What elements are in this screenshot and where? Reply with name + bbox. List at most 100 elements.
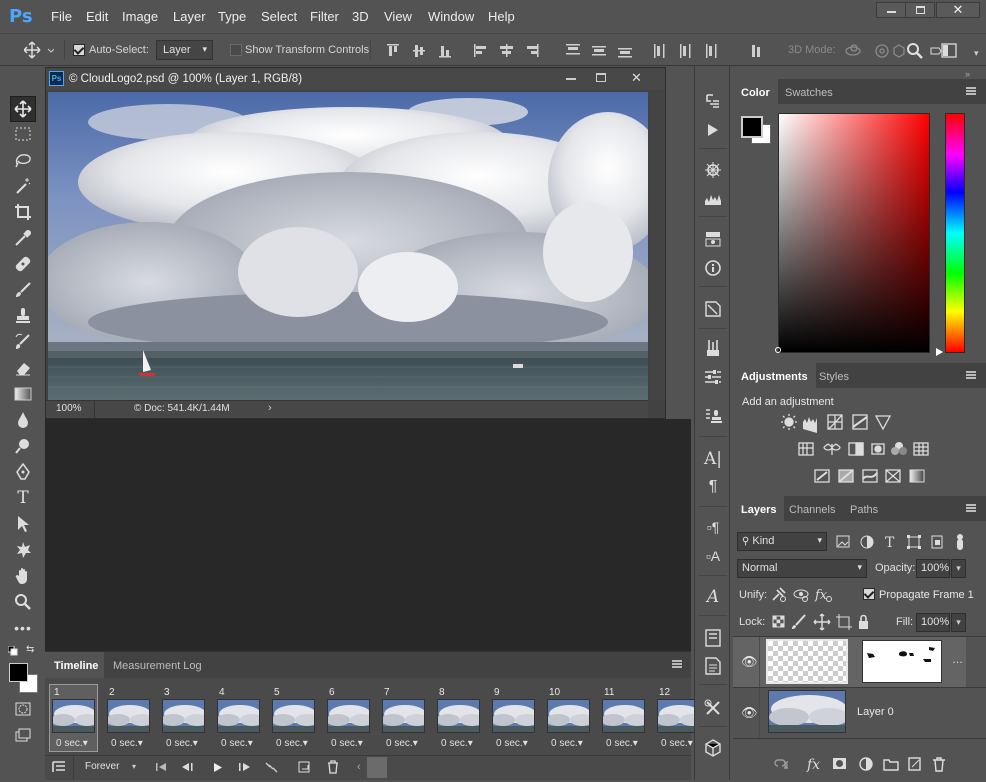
custom-shape-tool[interactable] (12, 539, 34, 561)
layer-name[interactable]: Layer 0 (857, 706, 894, 718)
tool-presets-icon[interactable] (703, 698, 723, 718)
auto-select-dropdown[interactable]: Layer ▾ (156, 40, 213, 60)
minimize-button[interactable] (876, 2, 906, 18)
status-menu-arrow-icon[interactable]: › (268, 402, 272, 414)
paragraph-icon[interactable]: ¶ (703, 477, 723, 497)
blend-mode-dropdown[interactable]: Normal ▾ (737, 559, 867, 578)
convert-to-video-timeline-icon[interactable] (52, 760, 66, 774)
brush-tool[interactable] (12, 279, 34, 301)
animation-frame[interactable]: 3 0 sec.▾ (160, 685, 207, 751)
layer-filter-dropdown[interactable]: ⚲ Kind ▾ (737, 532, 827, 551)
brush-settings-icon[interactable] (703, 338, 723, 358)
layer-0-thumbnail[interactable] (768, 690, 846, 733)
history-icon[interactable] (703, 91, 723, 111)
character-icon[interactable]: A| (703, 449, 723, 469)
doc-minimize-icon[interactable] (566, 78, 576, 80)
histogram-icon[interactable] (703, 189, 723, 209)
default-colors-icon[interactable] (8, 646, 18, 656)
tab-paths[interactable]: Paths (842, 496, 886, 521)
crop-tool[interactable] (12, 201, 34, 223)
loop-option[interactable]: Forever (85, 761, 119, 772)
color-panel-menu-icon[interactable] (966, 87, 976, 95)
clone-stamp-tool[interactable] (12, 305, 34, 327)
scroll-left-icon[interactable]: ‹ (357, 761, 361, 773)
eraser-tool[interactable] (12, 357, 34, 379)
document-title-bar[interactable]: Ps © CloudLogo2.psd @ 100% (Layer 1, RGB… (46, 68, 665, 90)
tab-styles[interactable]: Styles (811, 363, 857, 388)
marquee-tool[interactable] (12, 123, 34, 145)
timeline-panel-menu-icon[interactable] (672, 660, 682, 668)
dodge-tool[interactable] (12, 435, 34, 457)
lock-icons[interactable] (771, 613, 871, 631)
move-tool[interactable] (10, 96, 36, 122)
hue-slider-handle[interactable] (936, 348, 943, 356)
zoom-level[interactable]: 100% (56, 403, 82, 414)
opacity-input[interactable]: 100% (916, 559, 950, 578)
frame-duration[interactable]: 0 sec.▾ (551, 738, 583, 749)
timeline-scroll-thumb[interactable] (367, 757, 387, 778)
frame-duration[interactable]: 0 sec.▾ (111, 738, 143, 749)
history-brush-tool[interactable] (12, 331, 34, 353)
next-frame-icon[interactable] (238, 762, 252, 772)
duplicate-frame-icon[interactable] (298, 761, 310, 773)
frame-duration[interactable]: 0 sec.▾ (166, 738, 198, 749)
healing-brush-tool[interactable] (12, 253, 34, 275)
animation-frame[interactable]: 8 0 sec.▾ (435, 685, 482, 751)
canvas-image[interactable] (48, 92, 648, 400)
frame-duration[interactable]: 0 sec.▾ (386, 738, 418, 749)
menu-edit[interactable]: Edit (86, 9, 108, 24)
pen-tool[interactable] (12, 461, 34, 483)
clone-source-icon[interactable] (703, 406, 723, 426)
menu-window[interactable]: Window (428, 9, 474, 24)
eyedropper-tool[interactable] (12, 227, 34, 249)
frame-duration[interactable]: 0 sec.▾ (441, 738, 473, 749)
menu-image[interactable]: Image (122, 9, 158, 24)
character-styles-icon[interactable]: ▫A (703, 546, 723, 566)
paragraph-styles-icon[interactable]: ▫¶ (703, 517, 723, 537)
frame-duration[interactable]: 0 sec.▾ (56, 738, 88, 749)
chevron-down-icon[interactable]: ▾ (974, 48, 979, 59)
opacity-chevron-icon[interactable]: ▾ (951, 559, 966, 578)
frame-duration[interactable]: 0 sec.▾ (331, 738, 363, 749)
tween-icon[interactable] (265, 761, 279, 773)
type-tool-icon[interactable]: T (12, 487, 34, 509)
glyphs-icon[interactable]: A (703, 587, 723, 607)
animation-frame[interactable]: 9 0 sec.▾ (490, 685, 537, 751)
tab-layers[interactable]: Layers (733, 496, 785, 521)
3d-mode-icons[interactable] (845, 42, 960, 60)
saturation-brightness-field[interactable] (778, 113, 930, 353)
doc-maximize-icon[interactable] (596, 73, 606, 82)
animation-frame[interactable]: 5 0 sec.▾ (270, 685, 317, 751)
tab-measurement-log[interactable]: Measurement Log (113, 660, 202, 672)
tab-adjustments[interactable]: Adjustments (733, 363, 816, 388)
hue-slider[interactable] (945, 113, 965, 353)
menu-type[interactable]: Type (218, 9, 246, 24)
frame-duration[interactable]: 0 sec.▾ (221, 738, 253, 749)
fill-chevron-icon[interactable]: ▾ (951, 613, 966, 632)
animation-frame[interactable]: 7 0 sec.▾ (380, 685, 427, 751)
first-frame-icon[interactable] (155, 762, 167, 772)
maximize-button[interactable] (905, 2, 935, 18)
propagate-frame-checkbox[interactable] (863, 588, 875, 600)
animation-frame[interactable]: 11 0 sec.▾ (600, 685, 647, 751)
screen-mode-button[interactable] (12, 724, 34, 746)
eye-icon[interactable]: 👁 (741, 705, 758, 721)
vertical-scrollbar[interactable] (649, 92, 665, 400)
layer-comps-icon[interactable] (703, 628, 723, 648)
menu-file[interactable]: File (51, 9, 72, 24)
doc-close-icon[interactable]: ✕ (631, 70, 642, 86)
previous-frame-icon[interactable] (181, 762, 195, 772)
tab-channels[interactable]: Channels (781, 496, 843, 521)
animation-frame[interactable]: 6 0 sec.▾ (325, 685, 372, 751)
lasso-tool[interactable] (12, 149, 34, 171)
layer-thumbnail-transparent[interactable] (766, 639, 848, 684)
frame-duration[interactable]: 0 sec.▾ (606, 738, 638, 749)
zoom-tool[interactable] (12, 591, 34, 613)
path-selection-tool[interactable] (12, 513, 34, 535)
unify-icons[interactable]: fx (771, 586, 835, 604)
menu-layer[interactable]: Layer (173, 9, 206, 24)
layer-row-layer-0[interactable]: 👁 Layer 0 (733, 688, 966, 738)
gradient-tool[interactable] (12, 383, 34, 405)
delete-frame-icon[interactable] (327, 760, 339, 774)
navigator-wheel-icon[interactable] (703, 160, 723, 180)
